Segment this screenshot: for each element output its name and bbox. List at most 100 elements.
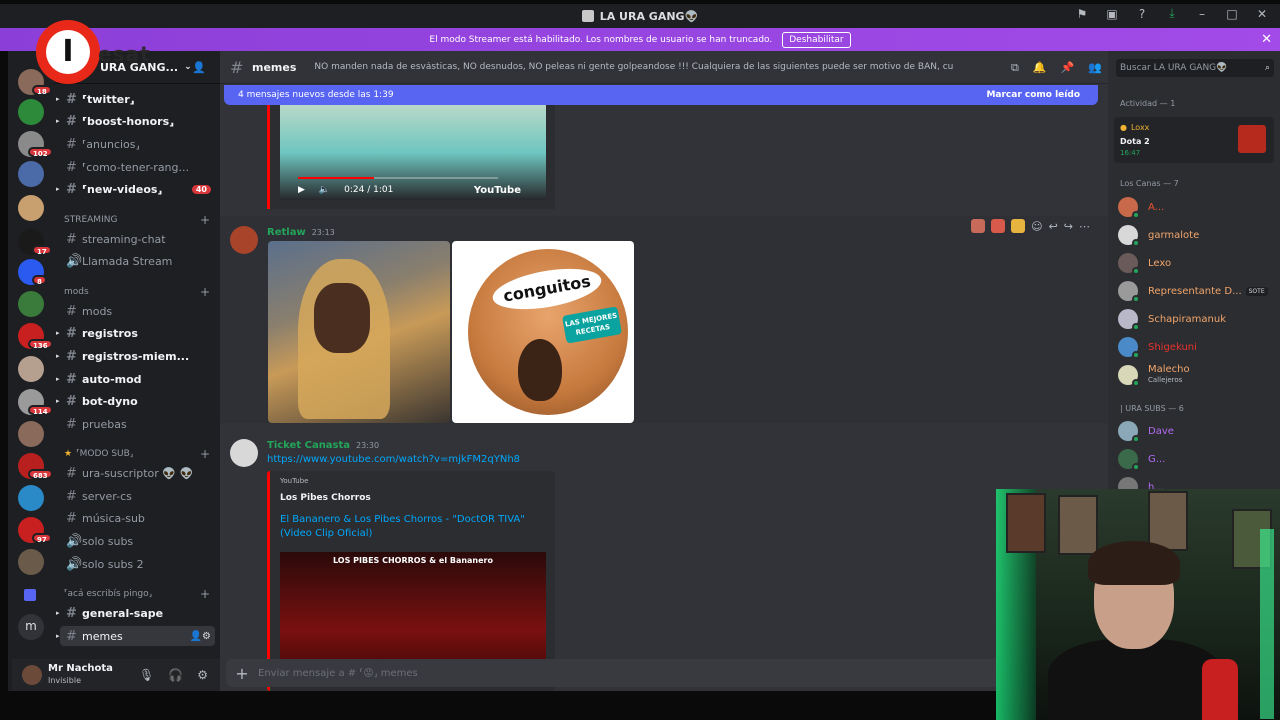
channel-llamada-stream[interactable]: 🔊 Llamada Stream	[60, 251, 215, 271]
channel-auto-mod[interactable]: ▸ # auto-mod	[56, 369, 215, 389]
channel-boost-honors[interactable]: ▸ # ⸢boost-honors⸥	[56, 111, 215, 131]
channel-anuncios[interactable]: # ⸢anuncios⸥	[60, 134, 215, 154]
help-icon[interactable]: ?	[1134, 7, 1150, 21]
server-avatar[interactable]: 17	[18, 229, 52, 256]
youtube-player[interactable]: ▶ 🔈 0:24 / 1:01 YouTube	[267, 105, 555, 209]
attached-image[interactable]	[268, 241, 450, 423]
category-mods[interactable]: mods +	[64, 284, 214, 300]
forward-icon[interactable]: ↪	[1064, 220, 1073, 233]
reaction-icon[interactable]	[991, 219, 1006, 233]
member-item[interactable]: Malecho Callejeros	[1118, 363, 1278, 387]
channel-mods[interactable]: # mods	[60, 301, 215, 321]
server-avatar[interactable]: 18	[18, 69, 52, 96]
new-messages-bar[interactable]: 4 mensajes nuevos desde las 1:39 Marcar …	[224, 85, 1098, 105]
channel-como-tener-rango[interactable]: # ⸢como-tener-rang...	[60, 157, 215, 177]
channel-topic[interactable]: NO manden nada de esvásticas, NO desnudo…	[314, 62, 954, 72]
server-avatar[interactable]	[18, 549, 44, 575]
server-avatar[interactable]: 8	[18, 259, 47, 286]
close-icon[interactable]: ✕	[1261, 32, 1272, 47]
server-avatar[interactable]: 102	[18, 131, 53, 158]
server-avatar[interactable]: 683	[18, 453, 53, 480]
server-avatar[interactable]: 136	[18, 323, 53, 350]
channel-solo-subs[interactable]: 🔊 solo subs	[60, 531, 215, 551]
pin-icon[interactable]: 📌	[1061, 61, 1075, 75]
message-author[interactable]: Retlaw 23:13	[267, 227, 335, 238]
attached-image[interactable]: conguitos LAS MEJORES RECETAS	[452, 241, 634, 423]
inbox-icon[interactable]: ▣	[1104, 7, 1120, 21]
category-aca-escribis[interactable]: ⸢acá escribís pingo⸥ +	[64, 586, 214, 602]
server-avatar[interactable]	[18, 195, 44, 221]
server-avatar[interactable]	[18, 161, 44, 187]
channel-general-sape[interactable]: ▸ # general-sape	[56, 603, 215, 623]
server-avatar[interactable]	[18, 485, 44, 511]
download-icon[interactable]: ⤓	[1164, 6, 1180, 21]
server-avatar[interactable]: 97	[18, 517, 52, 544]
more-icon[interactable]: ⋯	[1079, 220, 1090, 233]
play-icon[interactable]: ▶	[298, 185, 305, 195]
mark-as-read-button[interactable]: Marcar como leído	[986, 90, 1080, 100]
bell-icon[interactable]: 🔔	[1033, 61, 1047, 75]
maximize-icon[interactable]: □	[1224, 7, 1240, 21]
minimize-icon[interactable]: –	[1194, 7, 1210, 21]
avatar[interactable]	[230, 226, 258, 254]
user-info[interactable]: Mr Nachota Invisible	[48, 663, 113, 687]
emoji-icon[interactable]: ☺	[1031, 220, 1042, 233]
channel-memes[interactable]: ▸ # memes 👤⚙	[56, 626, 215, 646]
add-attachment-icon[interactable]: +	[226, 664, 258, 683]
reaction-icon[interactable]	[1011, 219, 1026, 233]
folder-icon[interactable]	[24, 589, 36, 601]
server-avatar[interactable]	[18, 356, 44, 382]
gear-icon[interactable]: ⚙	[197, 668, 208, 682]
channel-server-cs[interactable]: # server-cs	[60, 486, 215, 506]
channel-twitter[interactable]: ▸ # ⸢twitter⸥	[56, 89, 215, 109]
reaction-icon[interactable]	[971, 219, 986, 233]
embed-title[interactable]: El Bananero & Los Pibes Chorros - "DoctO…	[280, 513, 550, 541]
embed-author[interactable]: Los Pibes Chorros	[280, 493, 371, 503]
channel-pruebas[interactable]: # pruebas	[60, 414, 215, 434]
threads-icon[interactable]: ⧉	[1011, 61, 1019, 75]
member-item[interactable]: garmalote	[1118, 223, 1278, 247]
server-avatar[interactable]	[18, 421, 44, 447]
add-channel-icon[interactable]: +	[200, 587, 210, 601]
flag-icon[interactable]: ⚑	[1074, 7, 1090, 21]
member-item[interactable]: A...	[1118, 195, 1278, 219]
member-item[interactable]: Lexo	[1118, 251, 1278, 275]
channel-registros-miembros[interactable]: ▸ # registros-miem...	[56, 346, 215, 366]
activity-card[interactable]: ● Loxx Dota 2 16:47	[1114, 117, 1274, 163]
close-window-icon[interactable]: ✕	[1254, 7, 1270, 21]
member-item[interactable]: Representante D... SOTE	[1118, 279, 1278, 303]
channel-registros[interactable]: ▸ # registros	[56, 323, 215, 343]
channel-settings-icon[interactable]: 👤⚙	[190, 631, 211, 642]
server-avatar[interactable]	[18, 99, 44, 125]
reply-icon[interactable]: ↩	[1049, 220, 1058, 233]
add-channel-icon[interactable]: +	[200, 213, 210, 227]
channel-streaming-chat[interactable]: # streaming-chat	[60, 229, 215, 249]
message-link[interactable]: https://www.youtube.com/watch?v=mjkFM2qY…	[267, 454, 520, 465]
add-user-icon[interactable]: 👤	[192, 61, 206, 74]
member-item[interactable]: Schapiramanuk	[1118, 307, 1278, 331]
member-item[interactable]: Shigekuni	[1118, 335, 1278, 359]
avatar[interactable]	[230, 439, 258, 467]
server-avatar[interactable]	[18, 291, 44, 317]
channel-musica-sub[interactable]: # música-sub	[60, 508, 215, 528]
avatar[interactable]	[22, 665, 42, 685]
search-input[interactable]: Buscar LA URA GANG👽 ⌕	[1116, 59, 1274, 77]
message-author[interactable]: Ticket Canasta 23:30	[267, 440, 379, 451]
members-icon[interactable]: 👥	[1088, 61, 1102, 75]
member-item[interactable]: G...	[1118, 447, 1278, 471]
category-streaming[interactable]: STREAMING +	[64, 212, 214, 228]
server-avatar[interactable]: 114	[18, 389, 53, 416]
channel-ura-suscriptor[interactable]: # ura-suscriptor 👽 👽	[60, 463, 215, 483]
disable-streamer-button[interactable]: Deshabilitar	[782, 31, 851, 48]
add-channel-icon[interactable]: +	[200, 285, 210, 299]
add-channel-icon[interactable]: +	[200, 447, 210, 461]
message-composer[interactable]: + Enviar mensaje a # ⸢😡⸥ memes	[226, 659, 1102, 687]
headphones-icon[interactable]: 🎧	[168, 668, 183, 682]
volume-icon[interactable]: 🔈	[319, 185, 330, 195]
channel-bot-dyno[interactable]: ▸ # bot-dyno	[56, 391, 215, 411]
microphone-icon[interactable]: 🎙	[139, 668, 154, 682]
channel-new-videos[interactable]: ▸ # ⸢new-videos⸥ 40	[56, 179, 215, 199]
category-modo-sub[interactable]: ★ ⸢MODO SUB⸥ +	[64, 446, 214, 462]
member-item[interactable]: Dave	[1118, 419, 1278, 443]
server-m[interactable]: m	[18, 614, 44, 640]
